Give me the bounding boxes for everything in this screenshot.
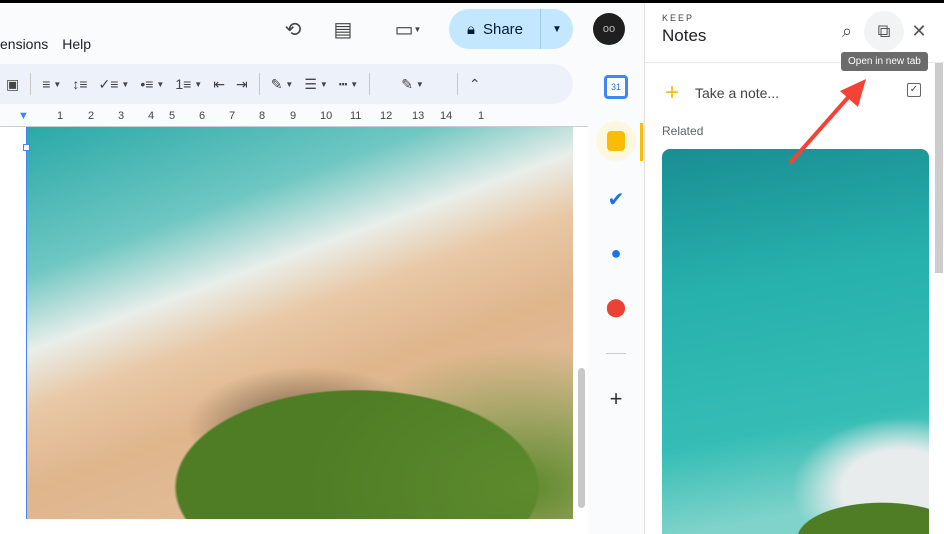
divider: [606, 353, 626, 354]
comments-icon[interactable]: ▤: [329, 15, 357, 43]
ruler-tick-label: 10: [320, 110, 333, 122]
ruler-tick-label: 2: [88, 110, 95, 122]
beach-image[interactable]: [27, 127, 573, 519]
avatar[interactable]: oo: [593, 13, 625, 45]
resize-handle[interactable]: [23, 144, 30, 151]
take-note-button[interactable]: + Take a note...: [665, 79, 779, 107]
tooltip: Open in new tab: [841, 52, 928, 71]
bulleted-list-icon[interactable]: •≡ ▼: [140, 76, 164, 92]
line-spacing-icon[interactable]: ↕≡: [72, 76, 87, 92]
editing-mode-icon[interactable]: ✎ ▼: [401, 76, 424, 93]
increase-indent-icon[interactable]: ⇥: [236, 76, 248, 93]
numbered-list-icon[interactable]: 1≡ ▼: [175, 76, 202, 92]
lock-icon: 🔒︎: [467, 20, 475, 38]
image-icon[interactable]: ▣: [6, 76, 19, 93]
ruler-tick-label: 1: [478, 110, 485, 122]
red-arrow-annotation: [788, 79, 866, 165]
border-dash-icon[interactable]: ┅ ▼: [339, 76, 358, 93]
keep-brand: KEEP: [662, 13, 695, 23]
related-note-image[interactable]: [662, 149, 929, 534]
calendar-icon[interactable]: 31: [604, 75, 628, 99]
avatar-glyph: oo: [602, 23, 616, 35]
decrease-indent-icon[interactable]: ⇤: [213, 76, 225, 93]
cursor-line: [26, 127, 27, 519]
ruler-tick-label: 3: [118, 110, 125, 122]
ruler-tick-label: 1: [57, 110, 64, 122]
ruler-tick-label: 4: [148, 110, 155, 122]
menu-extensions[interactable]: ensions: [0, 36, 48, 52]
search-icon[interactable]: ⌕: [833, 17, 861, 45]
ruler-tick-label: 5: [169, 110, 176, 122]
related-heading: Related: [662, 124, 704, 138]
indent-marker-icon[interactable]: ▼: [18, 110, 29, 122]
panel-scrollbar[interactable]: [935, 63, 943, 273]
contacts-icon[interactable]: ●: [604, 243, 628, 267]
ruler-tick-label: 11: [350, 110, 362, 122]
side-panel-apps: 31 ✔ ● ⬤ +: [588, 53, 644, 534]
formatting-toolbar: ▣ ≡ ▼ ↕≡ ✓≡ ▼ •≡ ▼ 1≡ ▼ ⇤ ⇥ ✎ ▼ ☰ ▼ ┅ ▼ ✎ ▼ ⌃: [0, 64, 573, 104]
ruler[interactable]: ▼ 1 2 3 4 5 6 7 8 9 10 11 12 13 14 1: [0, 107, 588, 127]
maps-icon[interactable]: ⬤: [604, 297, 628, 321]
ruler-tick-label: 7: [229, 110, 236, 122]
border-color-icon[interactable]: ✎ ▼: [271, 76, 294, 93]
keep-icon[interactable]: [607, 131, 625, 151]
ruler-tick-label: 9: [290, 110, 297, 122]
plus-icon: +: [665, 79, 680, 106]
add-app-icon[interactable]: +: [604, 386, 628, 411]
ruler-tick-label: 6: [199, 110, 206, 122]
open-in-new-tab-icon[interactable]: ⧉: [864, 11, 904, 51]
align-icon[interactable]: ≡ ▼: [42, 76, 61, 92]
version-history-icon[interactable]: ⟲: [279, 15, 307, 43]
ruler-tick-label: 12: [380, 110, 393, 122]
meet-icon[interactable]: ▭ ▼: [385, 15, 431, 43]
active-indicator: [640, 123, 643, 161]
take-note-label: Take a note...: [695, 85, 780, 101]
new-list-checkbox-icon[interactable]: ✓: [907, 83, 921, 97]
document-scrollbar[interactable]: [578, 368, 585, 508]
ruler-tick-label: 8: [259, 110, 266, 122]
menu-help[interactable]: Help: [62, 36, 91, 52]
share-dropdown-icon[interactable]: ▼: [541, 24, 573, 35]
panel-title: Notes: [662, 26, 707, 45]
share-button[interactable]: 🔒︎ Share ▼: [449, 9, 573, 49]
share-label: Share: [482, 20, 524, 38]
collapse-toolbar-icon[interactable]: ⌃: [469, 76, 481, 93]
ruler-tick-label: 13: [412, 110, 425, 122]
checklist-icon[interactable]: ✓≡ ▼: [99, 76, 130, 93]
border-weight-icon[interactable]: ☰ ▼: [304, 76, 327, 93]
close-icon[interactable]: ✕: [905, 17, 933, 45]
ruler-tick-label: 14: [440, 110, 453, 122]
tasks-icon[interactable]: ✔: [604, 187, 628, 211]
menu-bar: ensions Help: [0, 36, 105, 52]
